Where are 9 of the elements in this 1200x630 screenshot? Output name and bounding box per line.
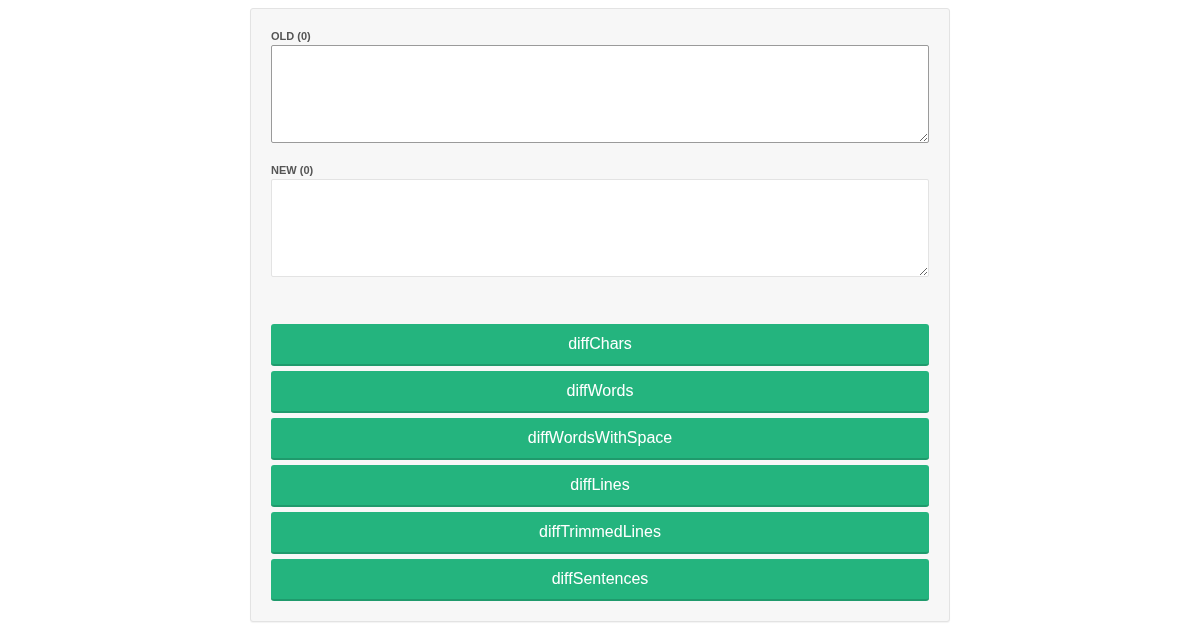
- field-label: NEW (0): [271, 163, 315, 178]
- diff-button[interactable]: diffWords: [271, 371, 929, 413]
- diff-button[interactable]: diffLines: [271, 465, 929, 507]
- diff-button[interactable]: diffChars: [271, 324, 929, 366]
- diff-button[interactable]: diffWordsWithSpace: [271, 418, 929, 460]
- field-label: OLD (0): [271, 29, 312, 44]
- text-area[interactable]: [271, 45, 929, 143]
- diff-button[interactable]: diffTrimmedLines: [271, 512, 929, 554]
- diff-button[interactable]: diffSentences: [271, 559, 929, 601]
